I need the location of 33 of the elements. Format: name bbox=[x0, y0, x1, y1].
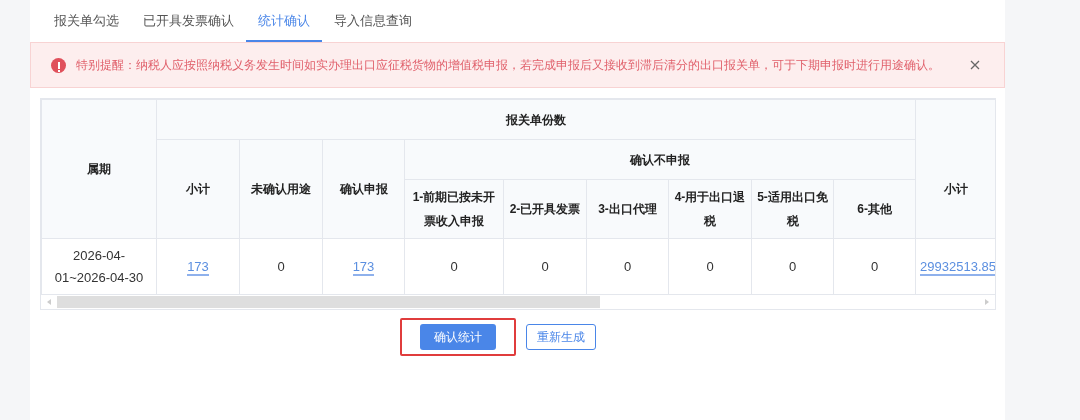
table-cell: 0 bbox=[450, 258, 458, 274]
table-cell: 0 bbox=[788, 258, 797, 274]
confirm-button[interactable]: 确认统计 bbox=[419, 324, 496, 350]
column-header: 6-其他 bbox=[833, 179, 916, 239]
tab[interactable]: 报关单勾选 bbox=[42, 0, 131, 42]
table-cell: 0 bbox=[541, 258, 549, 274]
regenerate-button[interactable]: 重新生成 bbox=[525, 324, 596, 350]
table-cell: 0 bbox=[623, 258, 632, 274]
column-header: 属期 bbox=[41, 99, 157, 239]
column-header: 确认不申报 bbox=[404, 139, 916, 180]
table-cell: 0 bbox=[277, 258, 285, 274]
column-header: 3-出口代理 bbox=[586, 179, 669, 239]
count-link[interactable]: 173 bbox=[187, 258, 209, 276]
column-header: 小计 bbox=[156, 139, 240, 239]
column-header: 报关单份数 bbox=[156, 99, 916, 140]
count-link[interactable]: 173 bbox=[352, 258, 375, 276]
table-cell: 0 bbox=[870, 258, 879, 274]
column-header: 5-适用出口免税 bbox=[751, 179, 834, 239]
column-header: 未确认用途 bbox=[239, 139, 323, 239]
tab[interactable]: 已开具发票确认 bbox=[131, 0, 246, 42]
close-icon[interactable] bbox=[970, 60, 980, 70]
table-cell: 0 bbox=[706, 258, 714, 274]
tab[interactable]: 导入信息查询 bbox=[322, 0, 424, 42]
column-header: 1-前期已按未开票收入申报 bbox=[404, 179, 504, 239]
column-header: 2-已开具发票 bbox=[503, 179, 587, 239]
scroll-right-icon[interactable] bbox=[985, 299, 989, 305]
error-icon bbox=[51, 57, 66, 73]
column-header: 4-用于出口退税 bbox=[668, 179, 752, 239]
table-cell: 2026-04-01~2026-04-30 bbox=[41, 238, 157, 295]
column-header: 确认申报 bbox=[322, 139, 405, 239]
column-header: 小计 bbox=[915, 139, 995, 239]
alert-message: 特别提醒：纳税人应按照纳税义务发生时间如实办理出口应征税货物的增值税申报，若完成申报后又接收到滞后清分的出口报关单，可于下期申报时进行用途确认。 bbox=[76, 57, 941, 74]
scroll-left-icon[interactable] bbox=[47, 299, 51, 305]
